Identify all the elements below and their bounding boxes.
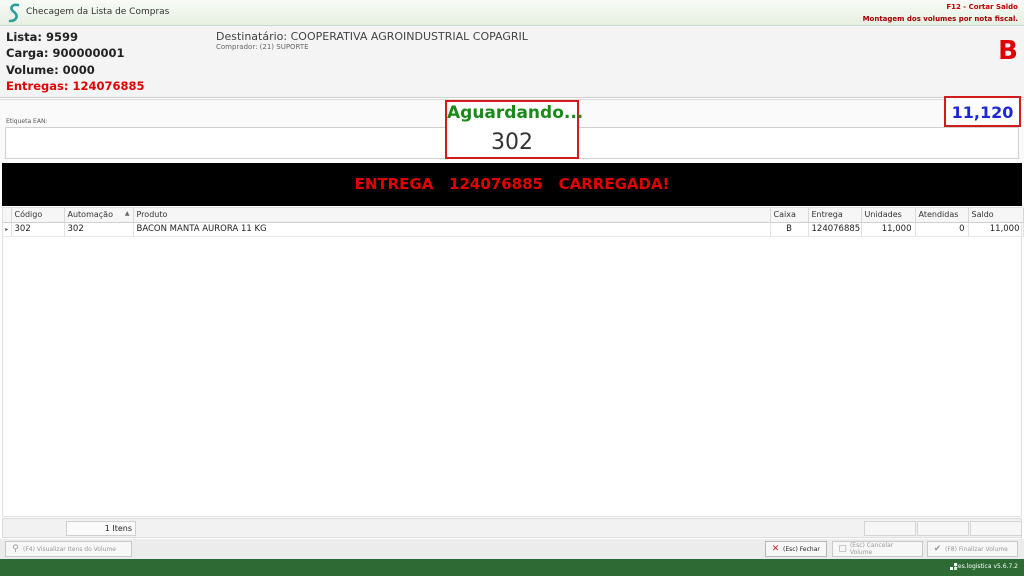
cell-produto: BACON MANTA AURORA 11 KG [133, 222, 771, 237]
close-icon: ✕ [771, 543, 780, 554]
shipment-info-panel: Lista: 9599 Carga: 900000001 Volume: 000… [0, 26, 1024, 98]
action-bar: ⚲ (F4) Visualizar Itens do Volume ✕ (Esc… [0, 539, 1024, 559]
cell-caixa: B [770, 222, 809, 237]
cell-saldo: 11,000 [968, 222, 1024, 237]
title-bar: Checagem da Lista de Compras F12 - Corta… [0, 0, 1024, 26]
finish-volume-button[interactable]: ✔ (F8) Finalizar Volume [927, 541, 1018, 557]
quantity-box: 11,120 [944, 96, 1021, 127]
scan-status-box: Aguardando... 302 [445, 100, 584, 159]
caixa-letter: B [998, 36, 1018, 66]
view-volume-items-button[interactable]: ⚲ (F4) Visualizar Itens do Volume [5, 541, 132, 557]
footer-summary-cell-2 [917, 521, 969, 536]
finish-volume-label: (F8) Finalizar Volume [945, 545, 1008, 553]
close-label: (Esc) Fechar [783, 545, 820, 553]
last-scanned-code: 302 [491, 130, 533, 155]
carga-label: Carga: 900000001 [6, 46, 125, 60]
column-header-automacao[interactable]: Automação ▲ [64, 208, 134, 223]
cancel-volume-button[interactable]: ▢ (Esc) Cancelar Volume [832, 541, 923, 557]
column-header-unidades[interactable]: Unidades [861, 208, 916, 223]
lista-label: Lista: 9599 [6, 30, 78, 44]
destinatario-label: Destinatário: COOPERATIVA AGROINDUSTRIAL… [216, 30, 528, 43]
footer-summary-cell-3 [970, 521, 1022, 536]
app-logo-icon [8, 3, 20, 23]
row-indicator-header [3, 208, 12, 223]
cell-automacao: 302 [64, 222, 134, 237]
shortcut-hint-f12: F12 - Cortar Saldo [946, 3, 1018, 11]
items-table: Código Automação ▲ Produto Caixa Entrega… [3, 208, 1024, 237]
window-title: Checagem da Lista de Compras [26, 7, 170, 17]
column-header-saldo[interactable]: Saldo [968, 208, 1024, 223]
cancel-doc-icon: ▢ [838, 543, 847, 554]
item-count: 1 Itens [66, 521, 136, 536]
entregas-label: Entregas: 124076885 [6, 79, 145, 93]
close-button[interactable]: ✕ (Esc) Fechar [765, 541, 827, 557]
sort-ascending-icon: ▲ [124, 210, 130, 218]
cell-codigo: 302 [11, 222, 65, 237]
grid-footer: 1 Itens [2, 518, 1022, 538]
items-grid[interactable]: Código Automação ▲ Produto Caixa Entrega… [2, 207, 1024, 517]
cancel-volume-label: (Esc) Cancelar Volume [849, 542, 894, 556]
status-bar: ces.logistica v5.6.7.2 [0, 559, 1024, 576]
mode-hint: Montagem dos volumes por nota fiscal. [862, 15, 1018, 23]
ean-label: Etiqueta EAN: [6, 118, 48, 125]
cell-atendidas: 0 [915, 222, 969, 237]
column-header-entrega[interactable]: Entrega [808, 208, 862, 223]
column-header-atendidas[interactable]: Atendidas [915, 208, 969, 223]
quantity-value: 11,120 [951, 103, 1014, 122]
column-header-codigo[interactable]: Código [11, 208, 65, 223]
volume-label: Volume: 0000 [6, 63, 95, 77]
table-row[interactable]: ▸ 302 302 BACON MANTA AURORA 11 KG B 124… [3, 222, 1024, 237]
comprador-label: Comprador: (21) SUPORTE [216, 43, 309, 51]
column-header-automacao-label: Automação [67, 210, 113, 220]
grid-header-row: Código Automação ▲ Produto Caixa Entrega… [3, 208, 1024, 223]
view-volume-items-label: (F4) Visualizar Itens do Volume [23, 545, 116, 553]
row-pointer-icon: ▸ [3, 222, 12, 237]
cell-entrega: 124076885 [808, 222, 862, 237]
checkmark-icon: ✔ [933, 543, 942, 554]
scan-status-text: Aguardando... [447, 103, 584, 123]
column-header-produto[interactable]: Produto [133, 208, 771, 223]
magnifier-icon: ⚲ [12, 543, 19, 554]
footer-summary-cell-1 [864, 521, 916, 536]
cell-unidades: 11,000 [861, 222, 916, 237]
delivery-loaded-banner: ENTREGA 124076885 CARREGADA! [2, 163, 1022, 206]
app-window: Checagem da Lista de Compras F12 - Corta… [0, 0, 1024, 576]
version-label: ces.logistica v5.6.7.2 [954, 563, 1018, 570]
column-header-caixa[interactable]: Caixa [770, 208, 809, 223]
